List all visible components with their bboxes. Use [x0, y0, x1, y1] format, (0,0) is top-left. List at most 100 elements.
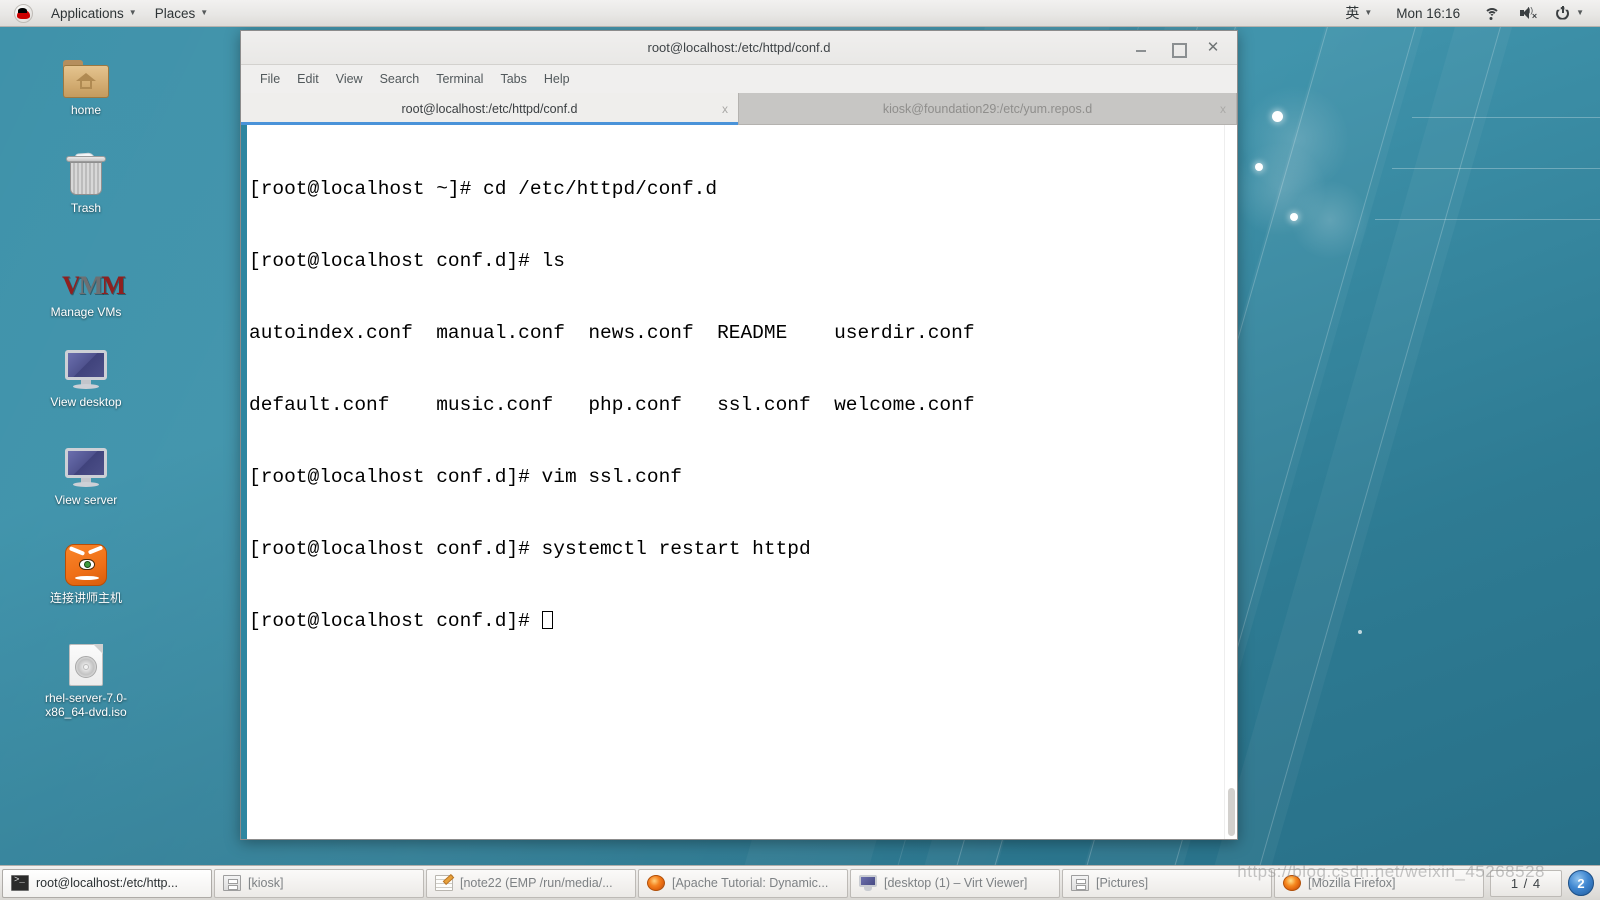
taskbar-item-label: [Pictures] [1096, 876, 1149, 890]
terminal-tab-label: root@localhost:/etc/httpd/conf.d [401, 101, 578, 116]
taskbar-item-label: [desktop (1) – Virt Viewer] [884, 876, 1028, 890]
desktop-icon-label: View desktop [50, 395, 122, 409]
menu-terminal[interactable]: Terminal [429, 69, 490, 89]
taskbar-item-label: [Apache Tutorial: Dynamic... [672, 876, 829, 890]
menu-view[interactable]: View [329, 69, 370, 89]
terminal-window: root@localhost:/etc/httpd/conf.d ✕ File … [240, 30, 1238, 840]
iso-disc-file-icon [30, 636, 142, 686]
desktop-icon-view-server[interactable]: View server [30, 438, 142, 507]
desktop-icon-label: View server [54, 493, 118, 507]
top-panel: Applications ▼ Places ▼ 英 ▼ Mon 16:16 ))… [0, 0, 1600, 27]
terminal-scrollbar[interactable] [1224, 125, 1237, 839]
taskbar-item-label: [Mozilla Firefox] [1308, 876, 1396, 890]
taskbar-item-pictures[interactable]: [Pictures] [1062, 868, 1272, 898]
clock-button[interactable]: Mon 16:16 [1383, 2, 1473, 25]
terminal-body[interactable]: [root@localhost ~]# cd /etc/httpd/conf.d… [241, 125, 1237, 839]
workspace-switcher[interactable]: 1 / 4 [1490, 869, 1562, 897]
show-desktop-icon[interactable]: 2 [1568, 870, 1594, 896]
applications-menu[interactable]: Applications ▼ [43, 2, 145, 25]
archive-manager-icon [1071, 875, 1089, 891]
menu-tabs[interactable]: Tabs [493, 69, 533, 89]
wallpaper-dot [1290, 213, 1298, 221]
terminal-line: [root@localhost ~]# cd /etc/httpd/conf.d [249, 178, 718, 200]
speaker-muted-icon: )) × [1519, 6, 1537, 21]
desktop-icon-home[interactable]: home [30, 48, 142, 117]
maximize-button[interactable] [1169, 40, 1187, 58]
places-menu[interactable]: Places ▼ [147, 2, 216, 25]
power-icon [1556, 5, 1571, 21]
desktop-icon-manage-vms[interactable]: VMM Manage VMs [30, 250, 142, 320]
desktop-icon-label: rhel-server-7.0-x86_64-dvd.iso [44, 691, 128, 719]
menu-help[interactable]: Help [537, 69, 577, 89]
home-folder-icon [30, 48, 142, 98]
desktop-icon-label: Manage VMs [50, 305, 122, 319]
terminal-tab-label: kiosk@foundation29:/etc/yum.repos.d [882, 101, 1093, 116]
wallpaper-hline [1392, 168, 1600, 169]
terminal-titlebar[interactable]: root@localhost:/etc/httpd/conf.d ✕ [241, 31, 1237, 65]
terminal-prompt: [root@localhost conf.d]# [249, 610, 542, 632]
terminal-line: [root@localhost conf.d]# vim ssl.conf [249, 466, 682, 488]
system-menu-button[interactable]: ▼ [1548, 2, 1592, 25]
firefox-icon [1283, 875, 1301, 891]
firefox-icon [647, 875, 665, 891]
tab-close-icon[interactable]: x [1220, 102, 1226, 116]
taskbar-item-note22[interactable]: [note22 (EMP /run/media/... [426, 868, 636, 898]
monitor-icon [859, 875, 877, 891]
terminal-menubar: File Edit View Search Terminal Tabs Help [241, 65, 1237, 93]
wallpaper-dot [1255, 163, 1263, 171]
terminal-line: default.conf music.conf php.conf ssl.con… [249, 394, 975, 416]
wallpaper-dot [1272, 111, 1283, 122]
terminal-icon [11, 875, 29, 891]
desktop-icon-trash[interactable]: Trash [30, 146, 142, 215]
window-controls: ✕ [1133, 39, 1237, 58]
top-panel-left: Applications ▼ Places ▼ [0, 2, 216, 25]
desktop-icon-view-desktop[interactable]: View desktop [30, 340, 142, 409]
volume-status-button[interactable]: )) × [1511, 2, 1545, 25]
wallpaper-hline [1412, 117, 1600, 118]
terminal-tab-1[interactable]: root@localhost:/etc/httpd/conf.d x [241, 93, 739, 125]
taskbar: root@localhost:/etc/http... [kiosk] [not… [0, 865, 1600, 900]
menu-file[interactable]: File [253, 69, 287, 89]
desktop-icon-rhel-iso[interactable]: rhel-server-7.0-x86_64-dvd.iso [30, 636, 142, 719]
input-method-label: 英 [1345, 5, 1360, 21]
chevron-down-icon: ▼ [200, 8, 209, 17]
wifi-icon [1484, 7, 1501, 20]
trash-icon [30, 146, 142, 196]
taskbar-item-label: [kiosk] [248, 876, 284, 890]
virtual-machine-manager-icon: VMM [62, 271, 126, 300]
taskbar-item-terminal[interactable]: root@localhost:/etc/http... [2, 868, 212, 898]
wallpaper-glow [1290, 180, 1370, 260]
taskbar-item-label: root@localhost:/etc/http... [36, 876, 178, 890]
places-menu-label: Places [154, 5, 196, 21]
text-editor-icon [435, 875, 453, 891]
menu-search[interactable]: Search [373, 69, 427, 89]
desktop-icon-label: home [70, 103, 102, 117]
tab-close-icon[interactable]: x [722, 102, 728, 116]
desktop-icon-connect-instructor-host[interactable]: 连接讲师主机 [30, 536, 142, 605]
terminal-line: [root@localhost conf.d]# ls [249, 250, 565, 272]
vnc-tiger-icon [30, 536, 142, 586]
terminal-title: root@localhost:/etc/httpd/conf.d [647, 40, 831, 55]
scrollbar-thumb[interactable] [1228, 788, 1235, 836]
taskbar-item-mozilla-firefox[interactable]: [Mozilla Firefox] [1274, 868, 1484, 898]
chevron-down-icon: ▼ [128, 8, 137, 17]
taskbar-item-apache-tutorial[interactable]: [Apache Tutorial: Dynamic... [638, 868, 848, 898]
wallpaper-hline [1375, 219, 1600, 220]
applications-menu-label: Applications [51, 5, 124, 21]
redhat-logo-icon [14, 3, 33, 23]
close-icon[interactable]: ✕ [1205, 39, 1221, 56]
monitor-icon [30, 438, 142, 488]
input-method-indicator[interactable]: 英 ▼ [1337, 2, 1380, 25]
terminal-tab-2[interactable]: kiosk@foundation29:/etc/yum.repos.d x [739, 93, 1237, 124]
taskbar-item-virt-viewer[interactable]: [desktop (1) – Virt Viewer] [850, 868, 1060, 898]
desktop-icon-label: 连接讲师主机 [49, 591, 122, 605]
top-panel-right: 英 ▼ Mon 16:16 )) × ▼ [1337, 2, 1600, 25]
chevron-down-icon: ▼ [1576, 8, 1584, 17]
taskbar-item-kiosk[interactable]: [kiosk] [214, 868, 424, 898]
taskbar-item-label: [note22 (EMP /run/media/... [460, 876, 613, 890]
minimize-button[interactable] [1133, 40, 1149, 56]
network-status-button[interactable] [1476, 2, 1508, 25]
menu-edit[interactable]: Edit [290, 69, 326, 89]
terminal-line: [root@localhost conf.d]# systemctl resta… [249, 538, 811, 560]
redhat-logo-button[interactable] [6, 2, 41, 25]
